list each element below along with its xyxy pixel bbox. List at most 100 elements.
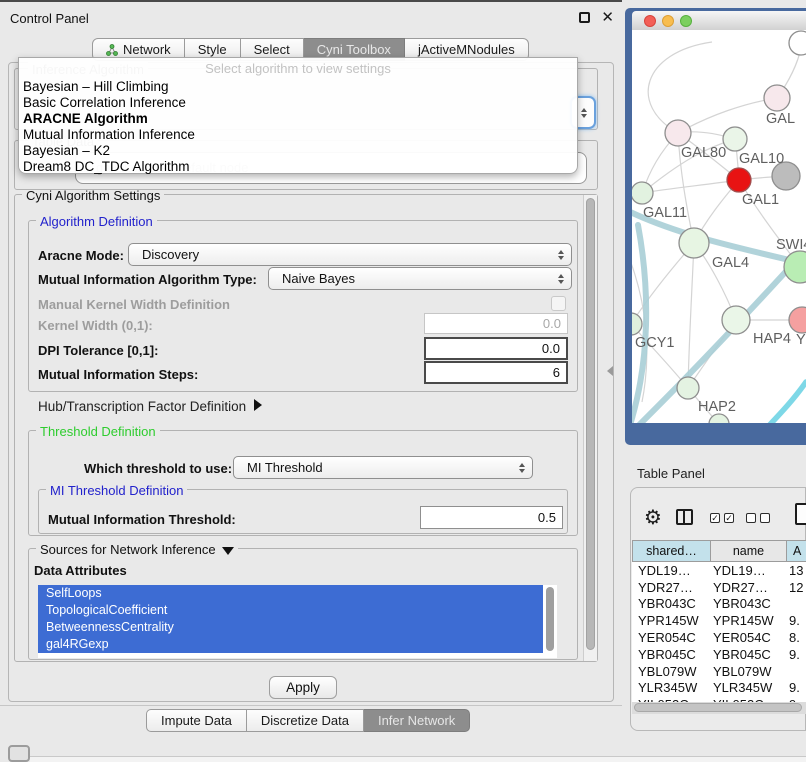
cell-shared-name: YBR045C bbox=[632, 647, 710, 662]
node[interactable] bbox=[789, 31, 806, 55]
network-canvas[interactable]: GAL GAL80 GAL10 GAL1 GAL11 SWI4 GAL4 GCY… bbox=[632, 30, 806, 423]
zoom-traffic-light-icon[interactable] bbox=[680, 15, 692, 27]
cell-name: YBR045C bbox=[710, 647, 786, 662]
float-window-icon[interactable] bbox=[579, 12, 590, 23]
table-row[interactable]: YLR345W YLR345W 9. bbox=[632, 680, 806, 697]
hub-definition-expander[interactable]: Hub/Transcription Factor Definition bbox=[38, 399, 262, 414]
node-gal1[interactable] bbox=[727, 168, 751, 192]
manual-kernel-width-checkbox[interactable] bbox=[551, 296, 566, 311]
node-gal10[interactable] bbox=[723, 127, 747, 151]
dropdown-item-mutual-information[interactable]: Mutual Information Inference bbox=[19, 127, 577, 143]
dropdown-item-bayesian-hill[interactable]: Bayesian – Hill Climbing bbox=[19, 79, 577, 95]
cell-name: YER054C bbox=[710, 630, 786, 645]
network-view-window: GAL GAL80 GAL10 GAL1 GAL11 SWI4 GAL4 GCY… bbox=[625, 8, 806, 445]
cell-shared-name: YDR27… bbox=[632, 580, 710, 595]
cell-value: 13 bbox=[786, 563, 806, 578]
panel-splitter-handle[interactable] bbox=[607, 366, 613, 376]
tab-discretize-data[interactable]: Discretize Data bbox=[247, 709, 364, 732]
list-item-betweennesscentrality[interactable]: BetweennessCentrality bbox=[38, 619, 543, 636]
mi-algorithm-type-select[interactable]: Naive Bayes bbox=[268, 267, 572, 290]
which-threshold-label: Which threshold to use: bbox=[84, 461, 232, 476]
sources-title-label: Sources for Network Inference bbox=[40, 542, 216, 557]
cell-value: 8. bbox=[786, 630, 806, 645]
mi-threshold-input[interactable]: 0.5 bbox=[420, 506, 563, 529]
column-header-partial[interactable]: A bbox=[786, 540, 806, 562]
minimize-traffic-light-icon[interactable] bbox=[662, 15, 674, 27]
cell-name: YLR345W bbox=[710, 680, 786, 695]
settings-scrollbar-thumb[interactable] bbox=[586, 198, 595, 650]
dropdown-item-bayesian-k2[interactable]: Bayesian – K2 bbox=[19, 143, 577, 159]
dropdown-item-aracne[interactable]: ARACNE Algorithm bbox=[19, 111, 577, 127]
kernel-width-input[interactable]: 0.0 bbox=[424, 313, 568, 334]
gear-icon[interactable]: ⚙ bbox=[644, 505, 662, 529]
table-horizontal-scrollbar[interactable] bbox=[632, 702, 806, 714]
table-row[interactable]: YBL079W YBL079W bbox=[632, 663, 806, 680]
node-gal4[interactable] bbox=[679, 228, 709, 258]
column-header-shared[interactable]: shared… bbox=[632, 540, 711, 562]
hide-unchecked-columns-icon[interactable] bbox=[746, 513, 770, 523]
hub-definition-label: Hub/Transcription Factor Definition bbox=[38, 399, 246, 414]
tab-infer-network[interactable]: Infer Network bbox=[364, 709, 470, 732]
export-table-icon[interactable] bbox=[795, 503, 806, 525]
table-row[interactable]: YBR045C YBR045C 9. bbox=[632, 646, 806, 663]
cell-value: 9. bbox=[786, 680, 806, 695]
node-gal80[interactable] bbox=[665, 120, 691, 146]
table-row[interactable]: YDL19… YDL19… 13 bbox=[632, 562, 806, 579]
node-y[interactable] bbox=[789, 307, 806, 333]
sources-title[interactable]: Sources for Network Inference bbox=[36, 542, 238, 557]
settings-scrollbar[interactable] bbox=[583, 195, 597, 661]
table-row[interactable]: YDR27… YDR27… 12 bbox=[632, 579, 806, 596]
apply-button[interactable]: Apply bbox=[269, 676, 337, 699]
control-panel-title: Control Panel bbox=[10, 11, 89, 26]
tab-impute-data[interactable]: Impute Data bbox=[146, 709, 247, 732]
checkbox-unchecked-icon bbox=[760, 513, 770, 523]
collapsed-panel-button[interactable] bbox=[8, 745, 30, 762]
show-checked-columns-icon[interactable]: ✓ ✓ bbox=[710, 513, 734, 523]
attributes-scrollbar-thumb[interactable] bbox=[546, 587, 554, 651]
checkbox-checked-icon: ✓ bbox=[710, 513, 720, 523]
tab-label: Cyni Toolbox bbox=[317, 42, 391, 57]
dropdown-item-basic-correlation[interactable]: Basic Correlation Inference bbox=[19, 95, 577, 111]
node-label: GAL10 bbox=[739, 151, 784, 167]
tab-label: Network bbox=[123, 42, 171, 57]
node-hap2[interactable] bbox=[677, 377, 699, 399]
node-gal11[interactable] bbox=[632, 182, 653, 204]
table-row[interactable]: YPR145W YPR145W 9. bbox=[632, 612, 806, 629]
mi-steps-input[interactable]: 6 bbox=[424, 361, 568, 384]
node-swi4[interactable] bbox=[784, 251, 806, 283]
table-row[interactable]: YER054C YER054C 8. bbox=[632, 629, 806, 646]
aracne-mode-select[interactable]: Discovery bbox=[128, 243, 572, 266]
network-node-labels: GAL GAL80 GAL10 GAL1 GAL11 SWI4 GAL4 GCY… bbox=[635, 111, 806, 415]
close-icon[interactable]: ✕ bbox=[601, 8, 614, 26]
bottom-tab-bar: Impute Data Discretize Data Infer Networ… bbox=[146, 709, 470, 732]
network-graph: GAL GAL80 GAL10 GAL1 GAL11 SWI4 GAL4 GCY… bbox=[632, 30, 806, 423]
data-attributes-list: SelfLoops TopologicalCoefficient Between… bbox=[38, 585, 557, 658]
table-row[interactable]: YBR043C YBR043C bbox=[632, 596, 806, 613]
dpi-tolerance-input[interactable]: 0.0 bbox=[424, 337, 568, 360]
tab-label: Style bbox=[198, 42, 227, 57]
list-item-selfloops[interactable]: SelfLoops bbox=[38, 585, 543, 602]
kernel-width-label: Kernel Width (0,1): bbox=[38, 318, 153, 333]
stepper-arrows-icon bbox=[558, 274, 564, 284]
list-item-gal4rgexp[interactable]: gal4RGexp bbox=[38, 636, 543, 653]
algorithm-definition-title: Algorithm Definition bbox=[36, 214, 157, 229]
stepper-arrows-icon bbox=[581, 108, 587, 118]
node-hap4[interactable] bbox=[722, 306, 750, 334]
dropdown-item-dream8[interactable]: Dream8 DC_TDC Algorithm bbox=[19, 159, 577, 175]
node-gal2[interactable] bbox=[764, 85, 790, 111]
checkbox-checked-icon: ✓ bbox=[724, 513, 734, 523]
split-columns-icon[interactable] bbox=[676, 509, 693, 525]
cell-shared-name: YBL079W bbox=[632, 664, 710, 679]
node-label: GAL4 bbox=[712, 255, 749, 271]
which-threshold-select[interactable]: MI Threshold bbox=[233, 456, 533, 479]
algorithm-dropdown-popup: Select algorithm to view settings Bayesi… bbox=[18, 57, 578, 174]
column-header-name[interactable]: name bbox=[710, 540, 787, 562]
close-traffic-light-icon[interactable] bbox=[644, 15, 656, 27]
table-scrollbar-thumb[interactable] bbox=[634, 703, 802, 712]
node-gcy1[interactable] bbox=[632, 313, 642, 335]
cell-name: YDR27… bbox=[710, 580, 786, 595]
stepper-arrows-icon bbox=[558, 250, 564, 260]
list-item-topologicalcoefficient[interactable]: TopologicalCoefficient bbox=[38, 602, 543, 619]
network-edge-cyan bbox=[762, 382, 806, 423]
network-window-titlebar[interactable] bbox=[632, 11, 806, 32]
